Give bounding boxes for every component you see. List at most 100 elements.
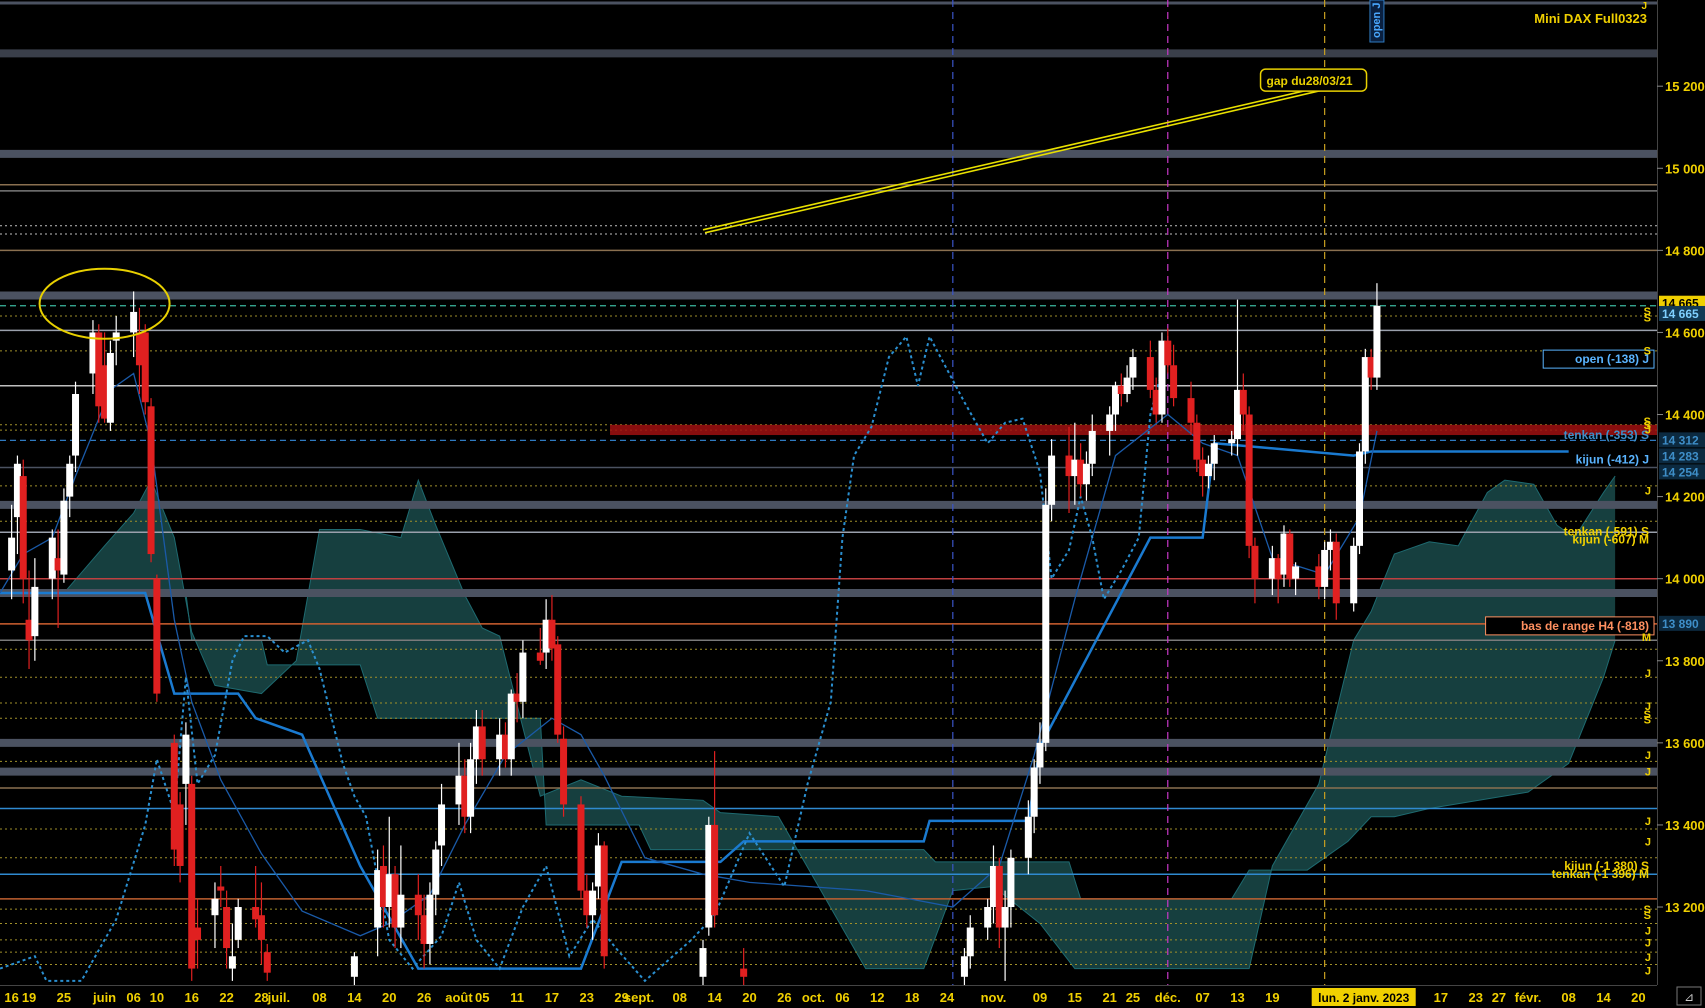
y-tick-label: 14 600 [1665,325,1705,340]
candle-body [130,311,138,333]
level-marker-2: S [1644,345,1651,357]
top-marker-0: J [1641,1,1647,12]
candle-body [48,537,56,579]
candle-body [1001,907,1009,928]
x-tick-label: 07 [1195,990,1209,1005]
x-tick-label: 17 [1434,990,1448,1005]
candle-body [217,886,225,891]
candle [141,324,149,415]
x-tick-label: 12 [870,990,884,1005]
candle [1350,537,1358,612]
candle-body [519,652,527,702]
annotation-8: tenkan (-1 396) M [1552,867,1649,881]
candle-body [1245,414,1253,546]
level-marker-7: M [1642,632,1651,644]
x-tick-label: juil. [267,990,290,1005]
level-marker-11: S [1644,714,1651,726]
x-tick-label: 17 [545,990,559,1005]
x-tick-label: 08 [673,990,687,1005]
candle-body [1321,549,1329,587]
x-tick-label: 26 [417,990,431,1005]
candle-body [112,332,120,341]
price-badge-5: 13 890 [1662,617,1699,631]
x-tick-label: févr. [1515,990,1542,1005]
x-tick-label: 14 [347,990,362,1005]
x-tick-label: oct. [802,990,825,1005]
candle-body [223,907,231,949]
candle-body [600,845,608,957]
candle-body [1146,357,1154,390]
x-tick-label: 14 [707,990,722,1005]
candle-body [438,804,446,846]
candle-body [8,537,16,571]
candle-body [1332,541,1340,604]
x-tick-label: nov. [981,990,1007,1005]
x-tick-label: 08 [1561,990,1575,1005]
level-marker-1: S [1644,312,1651,324]
level-marker-5: J [1645,425,1651,437]
candle-body [1373,305,1381,378]
candle-body [147,406,155,555]
candle-body [1082,463,1090,485]
level-marker-13: J [1645,767,1651,779]
candle [153,574,161,702]
candle [1356,443,1364,555]
y-tick-label: 15 000 [1665,161,1705,176]
plot-area: open J gap du28/03/21 open (-138) J tenkan … [0,0,1657,985]
x-tick-label: 10 [150,990,164,1005]
annotation-1: open (-138) J [1575,352,1649,366]
candle [1042,488,1050,752]
price-chart[interactable]: open J gap du28/03/21 open (-138) J tenkan … [0,0,1705,1008]
candle-body [1210,443,1218,464]
candle-body [1204,463,1212,477]
x-tick-label: 19 [1265,990,1279,1005]
gap-callout-text: gap du28/03/21 [1267,74,1353,88]
candle-body [536,652,544,661]
candle [600,841,608,969]
level-marker-19: J [1645,938,1651,950]
y-tick-label: 14 800 [1665,243,1705,258]
candle-body [182,734,190,784]
candle-body [1106,414,1114,431]
candle-body [548,619,556,649]
x-tick-label: 13 [1230,990,1244,1005]
candle-body [60,500,68,575]
level-marker-8: J [1645,668,1651,680]
x-tick-label: 16 [4,990,18,1005]
price-badge-1: 14 665 [1662,307,1699,321]
candle-body [1164,340,1172,366]
candle-body [1030,767,1038,817]
level-marker-15: J [1645,836,1651,848]
x-tick-label: 05 [475,990,489,1005]
y-tick-label: 15 200 [1665,79,1705,94]
candle-body [1007,857,1015,908]
x-tick-label: 26 [777,990,791,1005]
candle-body [176,804,184,866]
candle-body [1187,398,1195,423]
candle-body [984,907,992,928]
annotation-6: bas de range H4 (-818) [1521,619,1649,633]
x-tick-label: 15 [1068,990,1082,1005]
candle-body [66,463,74,497]
price-badge-2: 14 312 [1662,433,1699,447]
candle-body [1228,439,1236,444]
level-marker-21: J [1645,966,1651,978]
candle-body [711,824,719,916]
candle-body [350,956,358,977]
x-tick-label: 27 [1492,990,1506,1005]
x-tick-label: 06 [835,990,849,1005]
x-tick-label: 28 [254,990,268,1005]
annotation-3: kijun (-412) J [1576,453,1649,467]
x-tick-label: 23 [1468,990,1482,1005]
candle-body [194,927,202,940]
x-tick-label: déc. [1155,990,1181,1005]
candle [560,726,568,817]
candle-body [397,894,405,928]
candle-body [1129,357,1137,378]
candle-body [72,394,80,456]
candle-body [432,849,440,895]
candle-body [1193,422,1201,460]
x-tick-label: 25 [1126,990,1140,1005]
candle-body [1239,389,1247,415]
candle [60,488,68,583]
